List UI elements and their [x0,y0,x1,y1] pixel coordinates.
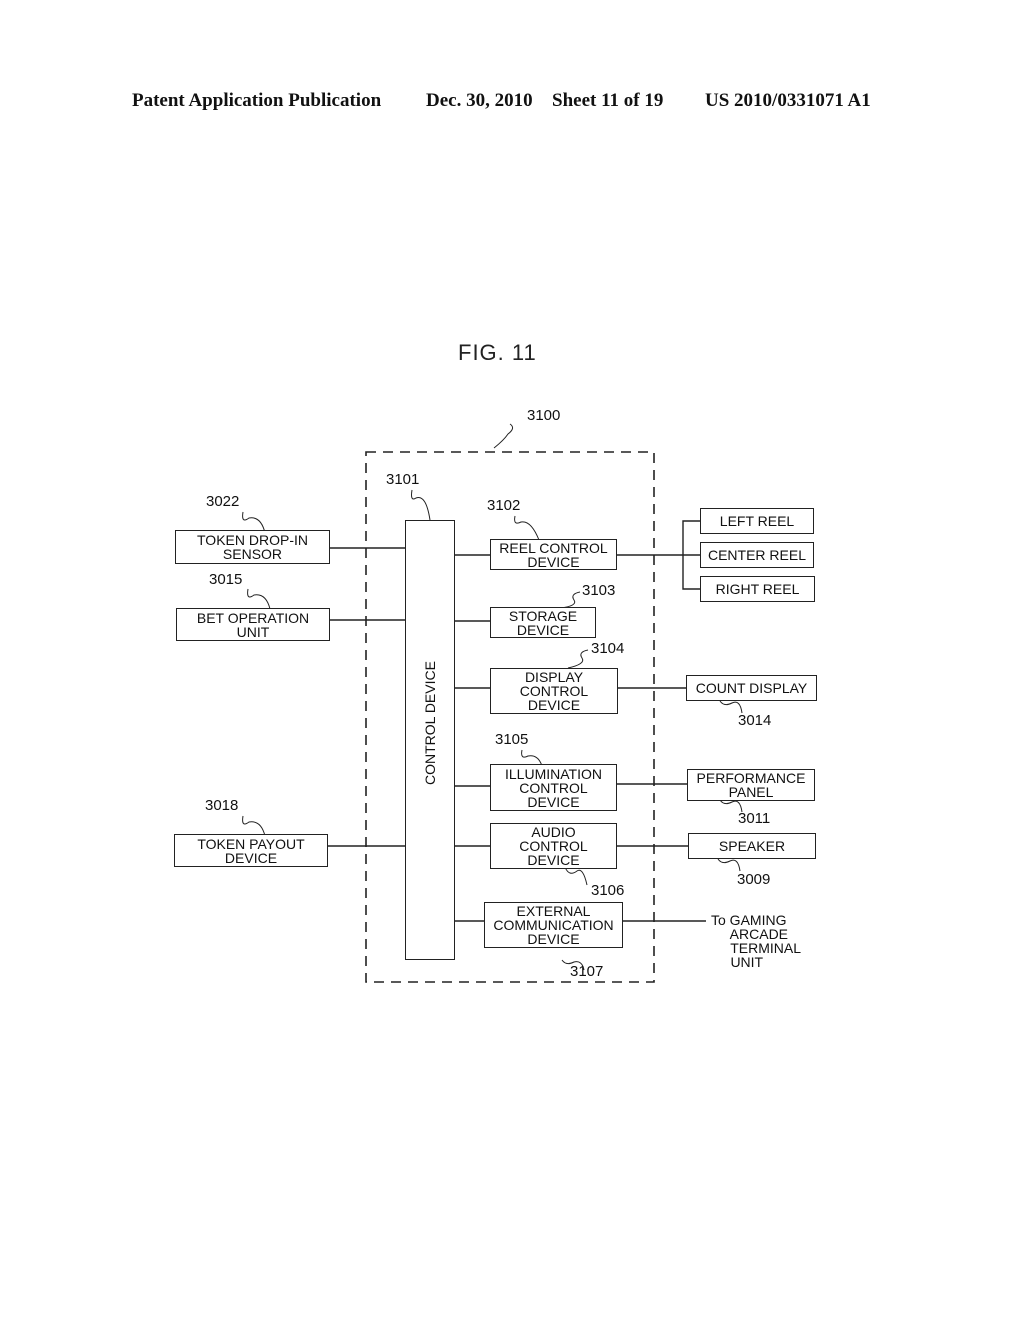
count-display-box: COUNT DISPLAY [686,675,817,701]
ref-3014: 3014 [738,712,772,729]
leader-3009 [717,858,741,872]
token-payout-device-box: TOKEN PAYOUT DEVICE [174,834,328,867]
display-control-device-box: DISPLAY CONTROL DEVICE [490,668,618,714]
speaker-box: SPEAKER [688,833,816,859]
ref-3009: 3009 [737,871,771,888]
token-drop-in-sensor-box: TOKEN DROP-IN SENSOR [175,530,330,564]
external-communication-device-box: EXTERNAL COMMUNICATION DEVICE [484,902,623,948]
audio-control-device-box: AUDIO CONTROL DEVICE [490,823,617,869]
ref-3011: 3011 [738,810,771,827]
leader-3106 [564,866,588,886]
ref-3022: 3022 [206,493,240,510]
leader-3102 [514,515,540,541]
ref-3102: 3102 [487,497,521,514]
external-target-label: To GAMING ARCADE TERMINAL UNIT [711,912,801,970]
ref-3101: 3101 [386,471,420,488]
right-reel-box: RIGHT REEL [700,576,815,602]
leader-3103 [559,591,581,609]
center-reel-box: CENTER REEL [700,542,814,568]
ref-3018: 3018 [205,797,239,814]
ref-3100: 3100 [527,407,561,424]
ref-3107: 3107 [570,963,604,980]
ref-3106: 3106 [591,882,625,899]
control-device-label: CONTROL DEVICE [422,661,438,785]
ref-3105: 3105 [495,731,529,748]
leader-3100 [493,423,514,449]
reel-control-device-box: REEL CONTROL DEVICE [490,539,617,570]
leader-3101 [411,489,431,521]
leader-3015 [247,588,271,610]
ref-3103: 3103 [582,582,616,599]
block-diagram-lines [242,423,743,983]
illumination-control-device-box: ILLUMINATION CONTROL DEVICE [490,764,617,811]
left-reel-box: LEFT REEL [700,508,814,534]
storage-device-box: STORAGE DEVICE [490,607,596,638]
performance-panel-box: PERFORMANCE PANEL [687,769,815,801]
leader-3104 [567,649,589,669]
ref-3104: 3104 [591,640,625,657]
bet-operation-unit-box: BET OPERATION UNIT [176,608,330,641]
leader-3018 [242,815,266,837]
ref-3015: 3015 [209,571,243,588]
